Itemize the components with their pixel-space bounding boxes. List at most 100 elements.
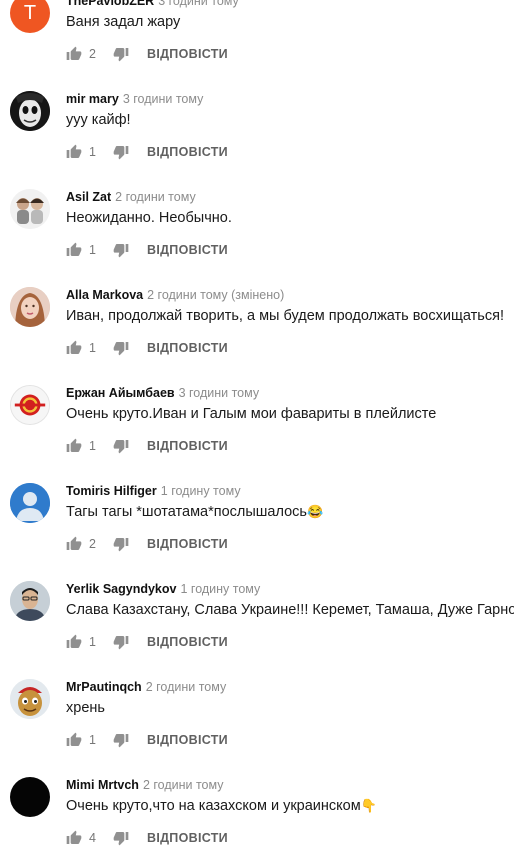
thumbs-down-icon[interactable] <box>113 634 129 650</box>
comment-text: Неожиданно. Необычно. <box>66 210 232 226</box>
children-image <box>10 189 50 229</box>
comment-author[interactable]: MrPautinqch <box>66 680 142 694</box>
reply-button[interactable]: ВІДПОВІСТИ <box>147 145 228 159</box>
comment-author[interactable]: ThePavlobZER <box>66 0 154 8</box>
comment: Mimi Mrtvch 2 години тому Очень круто,что… <box>0 762 514 860</box>
reply-button[interactable]: ВІДПОВІСТИ <box>147 635 228 649</box>
avatar[interactable] <box>10 483 50 523</box>
comment-author[interactable]: Alla Markova <box>66 288 143 302</box>
like-count: 1 <box>89 145 96 159</box>
comment-text: Иван, продолжай творить, а мы будем прод… <box>66 308 504 324</box>
reply-button[interactable]: ВІДПОВІСТИ <box>147 831 228 845</box>
comment-actions: 1 ВІДПОВІСТИ <box>66 338 228 358</box>
comment-actions: 2 ВІДПОВІСТИ <box>66 534 228 554</box>
comment-time[interactable]: 3 години тому <box>179 386 260 400</box>
avatar[interactable] <box>10 581 50 621</box>
laughing-emoji-icon: 😂 <box>307 504 324 519</box>
comment: Tomiris Hilfiger 1 годину тому Тагы тагы … <box>0 468 514 566</box>
comment-time[interactable]: 1 годину тому <box>180 582 260 596</box>
comment: Ержан Айымбаев 3 години тому Очень круто.… <box>0 370 514 468</box>
avatar[interactable]: T <box>10 0 50 33</box>
comment: Alla Markova 2 години тому (змінено) Иван… <box>0 272 514 370</box>
reply-button[interactable]: ВІДПОВІСТИ <box>147 47 228 61</box>
thumbs-up-icon[interactable] <box>66 438 82 454</box>
avatar[interactable] <box>10 91 50 131</box>
comment-text: хрень <box>66 700 105 716</box>
comment-text: ууу кайф! <box>66 112 131 128</box>
comment: T ThePavlobZER 3 години тому Ваня задал ж… <box>0 0 514 76</box>
comment-actions: 1 ВІДПОВІСТИ <box>66 142 228 162</box>
reply-button[interactable]: ВІДПОВІСТИ <box>147 733 228 747</box>
comment-text-content: Очень круто,что на казахском и украинско… <box>66 798 361 814</box>
cartoon-character-image <box>10 679 50 719</box>
comment-actions: 1 ВІДПОВІСТИ <box>66 240 228 260</box>
like-count: 1 <box>89 243 96 257</box>
comment-actions: 1 ВІДПОВІСТИ <box>66 730 228 750</box>
like-count: 4 <box>89 831 96 845</box>
comment-time[interactable]: 2 години тому <box>115 190 196 204</box>
comment-time[interactable]: 3 години тому <box>123 92 204 106</box>
thumbs-down-icon[interactable] <box>113 830 129 846</box>
reply-button[interactable]: ВІДПОВІСТИ <box>147 537 228 551</box>
comment-actions: 1 ВІДПОВІСТИ <box>66 632 228 652</box>
thumbs-up-icon[interactable] <box>66 46 82 62</box>
comment-time[interactable]: 2 години тому <box>146 680 227 694</box>
thumbs-down-icon[interactable] <box>113 536 129 552</box>
like-count: 1 <box>89 439 96 453</box>
reply-button[interactable]: ВІДПОВІСТИ <box>147 243 228 257</box>
thumbs-up-icon[interactable] <box>66 732 82 748</box>
comment-text: Слава Казахстану, Слава Украине!!! Керем… <box>66 602 514 618</box>
comment-time[interactable]: 2 години тому <box>143 778 224 792</box>
thumbs-down-icon[interactable] <box>113 46 129 62</box>
thumbs-up-icon[interactable] <box>66 830 82 846</box>
comment-time[interactable]: 2 години тому (змінено) <box>147 288 284 302</box>
woman-portrait-image <box>10 287 50 327</box>
thumbs-up-icon[interactable] <box>66 634 82 650</box>
thumbs-up-icon[interactable] <box>66 340 82 356</box>
like-count: 2 <box>89 537 96 551</box>
like-count: 1 <box>89 341 96 355</box>
comment: mir mary 3 години тому ууу кайф! 1 ВІДПОВ… <box>0 76 514 174</box>
club-crest-image <box>11 386 49 424</box>
like-count: 1 <box>89 733 96 747</box>
thumbs-up-icon[interactable] <box>66 536 82 552</box>
comment-author[interactable]: Asil Zat <box>66 190 111 204</box>
thumbs-down-icon[interactable] <box>113 732 129 748</box>
man-portrait-image <box>10 581 50 621</box>
comment: MrPautinqch 2 години тому хрень 1 ВІДПОВІ… <box>0 664 514 762</box>
reply-button[interactable]: ВІДПОВІСТИ <box>147 341 228 355</box>
avatar[interactable] <box>10 679 50 719</box>
avatar[interactable] <box>10 777 50 817</box>
comment-text-content: Тагы тагы *шотатама*послышалось <box>66 504 307 520</box>
comment-text: Очень круто.Иван и Галым мои фавариты в … <box>66 406 437 422</box>
comment: Asil Zat 2 години тому Неожиданно. Необыч… <box>0 174 514 272</box>
thumbs-up-icon[interactable] <box>66 242 82 258</box>
comment-actions: 4 ВІДПОВІСТИ <box>66 828 228 848</box>
comment-actions: 1 ВІДПОВІСТИ <box>66 436 228 456</box>
comment-time[interactable]: 3 години тому <box>158 0 239 8</box>
comment-text: Ваня задал жару <box>66 14 181 30</box>
default-user-icon <box>10 483 50 523</box>
comment-time[interactable]: 1 годину тому <box>161 484 241 498</box>
thumbs-down-icon[interactable] <box>113 340 129 356</box>
avatar[interactable] <box>10 385 50 425</box>
comment-author[interactable]: Yerlik Sagyndykov <box>66 582 176 596</box>
comment-actions: 2 ВІДПОВІСТИ <box>66 44 228 64</box>
reply-button[interactable]: ВІДПОВІСТИ <box>147 439 228 453</box>
comment-author[interactable]: Tomiris Hilfiger <box>66 484 157 498</box>
thumbs-down-icon[interactable] <box>113 144 129 160</box>
like-count: 2 <box>89 47 96 61</box>
thumbs-down-icon[interactable] <box>113 438 129 454</box>
avatar[interactable] <box>10 287 50 327</box>
comment-author[interactable]: mir mary <box>66 92 119 106</box>
comment-text: Очень круто,что на казахском и украинско… <box>66 798 377 814</box>
comment-author[interactable]: Mimi Mrtvch <box>66 778 139 792</box>
avatar-letter: T <box>23 1 37 24</box>
thumbs-up-icon[interactable] <box>66 144 82 160</box>
thumbs-down-icon[interactable] <box>113 242 129 258</box>
like-count: 1 <box>89 635 96 649</box>
pointing-down-emoji-icon: 👇 <box>360 798 377 813</box>
comment-author[interactable]: Ержан Айымбаев <box>66 386 175 400</box>
comments-list: T ThePavlobZER 3 години тому Ваня задал ж… <box>0 0 514 860</box>
avatar[interactable] <box>10 189 50 229</box>
